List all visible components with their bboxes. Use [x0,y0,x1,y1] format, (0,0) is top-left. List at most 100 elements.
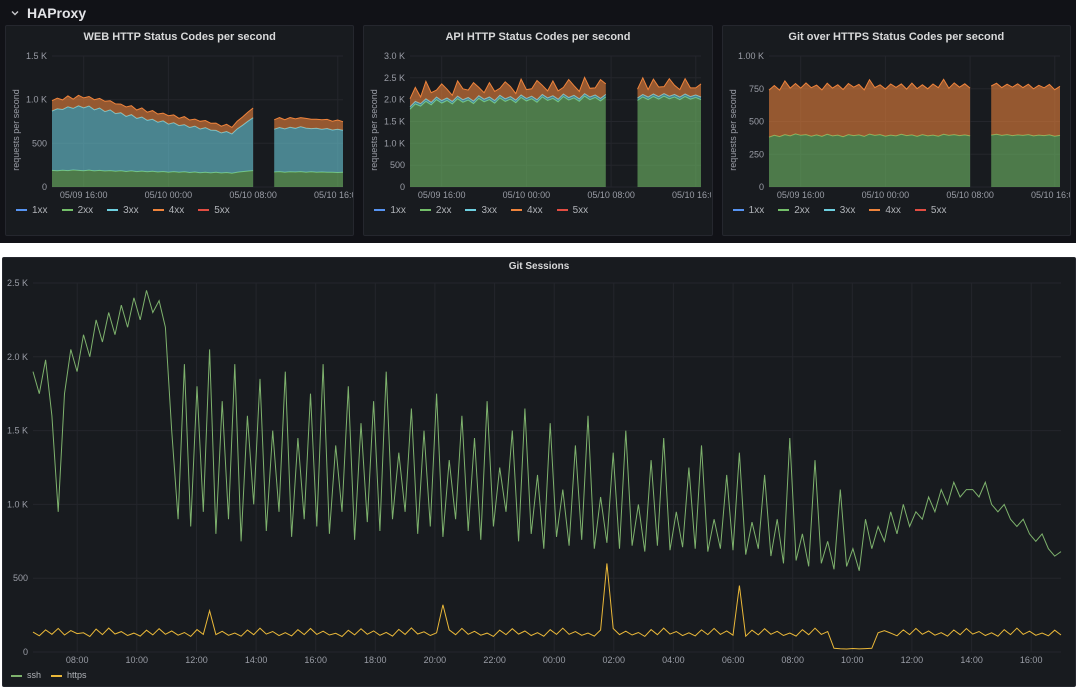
panel-web-status: WEB HTTP Status Codes per second request… [5,25,354,236]
legend-item-4xx[interactable]: 4xx [511,205,543,216]
git-sessions-chart[interactable]: 0 500 1.0 K 1.5 K 2.0 K 2.5 K 08:00 10:00 12:00 1… [3,276,1075,666]
svg-text:10:00: 10:00 [126,655,149,665]
panel-git-sessions: Git Sessions 0 500 1.0 K 1.5 K 2.0 K 2.5 K 08:… [2,257,1076,687]
svg-text:10:00: 10:00 [841,655,864,665]
legend-item-5xx[interactable]: 5xx [915,205,947,216]
svg-text:06:00: 06:00 [722,655,745,665]
svg-text:1.5 K: 1.5 K [384,117,405,127]
svg-text:05/09 16:00: 05/09 16:00 [777,190,825,200]
svg-text:02:00: 02:00 [603,655,626,665]
haproxy-row-section: HAProxy WEB HTTP Status Codes per second… [0,0,1076,243]
y-axis-label: requests per second [369,89,379,171]
legend-color-swatch [420,209,431,211]
panel-git-https-status: Git over HTTPS Status Codes per second r… [722,25,1071,236]
svg-text:04:00: 04:00 [662,655,685,665]
svg-text:1.0 K: 1.0 K [26,95,47,105]
panel-title-git-sessions[interactable]: Git Sessions [3,258,1075,276]
legend-item-4xx[interactable]: 4xx [153,205,185,216]
git-https-status-chart[interactable]: 0 250 500 750 1.00 K 05/09 16:00 05/10 00:00 05… [723,49,1070,201]
legend-item-4xx[interactable]: 4xx [869,205,901,216]
chevron-down-icon [10,8,20,18]
legend-item-2xx[interactable]: 2xx [62,205,94,216]
legend-color-swatch [733,209,744,211]
row-haproxy[interactable]: HAProxy [0,0,1076,25]
svg-text:250: 250 [749,149,764,159]
svg-text:05/10 00:00: 05/10 00:00 [861,190,909,200]
svg-text:1.00 K: 1.00 K [738,51,764,61]
svg-text:500: 500 [32,138,47,148]
svg-text:16:00: 16:00 [304,655,327,665]
svg-text:12:00: 12:00 [185,655,208,665]
legend-color-swatch [824,209,835,211]
svg-text:0: 0 [400,182,405,192]
svg-text:05/10 16:00: 05/10 16:00 [672,190,711,200]
svg-text:14:00: 14:00 [960,655,983,665]
svg-text:05/10 16:00: 05/10 16:00 [314,190,353,200]
legend-item-2xx[interactable]: 2xx [778,205,810,216]
legend-color-swatch [16,209,27,211]
svg-text:22:00: 22:00 [483,655,506,665]
legend-color-swatch [465,209,476,211]
legend-item-2xx[interactable]: 2xx [420,205,452,216]
svg-text:08:00: 08:00 [781,655,804,665]
svg-text:05/10 00:00: 05/10 00:00 [145,190,193,200]
svg-text:2.5 K: 2.5 K [384,73,405,83]
y-axis-label: requests per second [728,89,738,171]
svg-text:05/09 16:00: 05/09 16:00 [418,190,466,200]
legend-color-swatch [778,209,789,211]
svg-text:08:00: 08:00 [66,655,89,665]
svg-text:12:00: 12:00 [901,655,924,665]
svg-text:05/10 08:00: 05/10 08:00 [229,190,277,200]
panel-title-api[interactable]: API HTTP Status Codes per second [364,26,711,49]
legend-item-ssh[interactable]: ssh [11,670,41,680]
svg-text:0: 0 [23,647,28,657]
legend-color-swatch [107,209,118,211]
legend-color-swatch [869,209,880,211]
legend: 1xx 2xx 3xx 4xx 5xx [723,201,1070,216]
svg-text:18:00: 18:00 [364,655,387,665]
svg-text:750: 750 [749,84,764,94]
row-title: HAProxy [27,5,86,21]
web-status-chart[interactable]: 0 500 1.0 K 1.5 K 05/09 16:00 05/10 00:00 05/1… [6,49,353,201]
svg-text:500: 500 [390,160,405,170]
legend: ssh https [3,666,1075,680]
svg-text:05/09 16:00: 05/09 16:00 [60,190,108,200]
legend-color-swatch [51,675,62,677]
legend-item-1xx[interactable]: 1xx [16,205,48,216]
svg-text:0: 0 [42,182,47,192]
legend-color-swatch [11,675,22,677]
legend-item-3xx[interactable]: 3xx [824,205,856,216]
svg-text:500: 500 [13,573,28,583]
svg-text:500: 500 [749,117,764,127]
legend-color-swatch [511,209,522,211]
legend-item-https[interactable]: https [51,670,87,680]
legend: 1xx 2xx 3xx 4xx 5xx [364,201,711,216]
legend: 1xx 2xx 3xx 4xx 5xx [6,201,353,216]
svg-text:2.0 K: 2.0 K [7,352,28,362]
legend-color-swatch [374,209,385,211]
legend-item-3xx[interactable]: 3xx [107,205,139,216]
svg-text:1.0 K: 1.0 K [384,138,405,148]
svg-text:05/10 00:00: 05/10 00:00 [503,190,551,200]
legend-item-1xx[interactable]: 1xx [733,205,765,216]
legend-item-3xx[interactable]: 3xx [465,205,497,216]
panel-title-git-https[interactable]: Git over HTTPS Status Codes per second [723,26,1070,49]
svg-text:1.5 K: 1.5 K [26,51,47,61]
panel-title-web[interactable]: WEB HTTP Status Codes per second [6,26,353,49]
legend-item-1xx[interactable]: 1xx [374,205,406,216]
legend-item-5xx[interactable]: 5xx [557,205,589,216]
svg-text:0: 0 [759,182,764,192]
svg-text:1.0 K: 1.0 K [7,499,28,509]
legend-item-5xx[interactable]: 5xx [198,205,230,216]
svg-text:00:00: 00:00 [543,655,566,665]
legend-color-swatch [62,209,73,211]
legend-color-swatch [915,209,926,211]
svg-text:2.0 K: 2.0 K [384,95,405,105]
svg-text:2.5 K: 2.5 K [7,278,28,288]
svg-text:1.5 K: 1.5 K [7,426,28,436]
svg-text:05/10 16:00: 05/10 16:00 [1031,190,1070,200]
svg-text:14:00: 14:00 [245,655,268,665]
svg-text:05/10 08:00: 05/10 08:00 [946,190,994,200]
api-status-chart[interactable]: 05001.0 K1.5 K2.0 K2.5 K3.0 K05/09 16:00… [364,49,711,201]
legend-color-swatch [153,209,164,211]
